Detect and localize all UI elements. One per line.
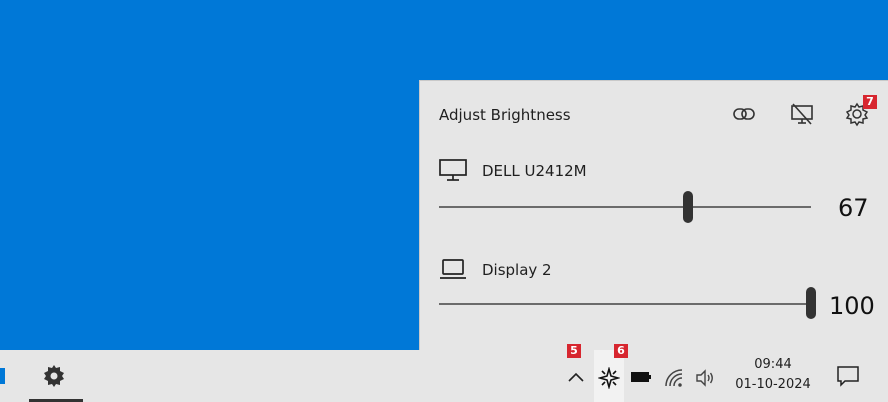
clock-time[interactable]: 09:44: [728, 357, 818, 372]
monitor-name: DELL U2412M: [482, 162, 587, 180]
taskbar: 5 6 09:44 01-10-2024: [0, 344, 888, 402]
overflow-badge: 5: [567, 344, 581, 358]
brightness-slider-thumb[interactable]: [806, 287, 816, 319]
brightness-value: 67: [838, 194, 869, 222]
wifi-icon[interactable]: [663, 367, 685, 389]
link-icon[interactable]: [731, 101, 757, 127]
brightness-slider-thumb[interactable]: [683, 191, 694, 223]
chevron-up-icon[interactable]: [566, 368, 586, 388]
brightness-slider-track[interactable]: [439, 206, 811, 208]
sparkle-brightness-icon[interactable]: [597, 366, 621, 390]
brightness-value: 100: [829, 292, 875, 320]
brightness-flyout: Adjust Brightness 7 DELL U2412M 67 Displ…: [419, 80, 888, 351]
display-off-icon[interactable]: [789, 101, 815, 127]
clock-date[interactable]: 01-10-2024: [728, 377, 818, 392]
brightness-slider-track[interactable]: [439, 303, 811, 305]
laptop-icon: [438, 256, 468, 282]
taskbar-gear-icon[interactable]: [42, 364, 66, 388]
volume-icon[interactable]: [694, 367, 716, 389]
twinkle-tray-badge: 6: [614, 344, 628, 358]
action-center-icon[interactable]: [836, 365, 860, 387]
settings-badge: 7: [863, 95, 877, 109]
taskbar-app-indicator: [0, 368, 5, 384]
monitor-name: Display 2: [482, 261, 552, 279]
monitor-icon: [438, 157, 468, 183]
battery-icon[interactable]: [630, 369, 652, 385]
flyout-title: Adjust Brightness: [439, 106, 571, 124]
